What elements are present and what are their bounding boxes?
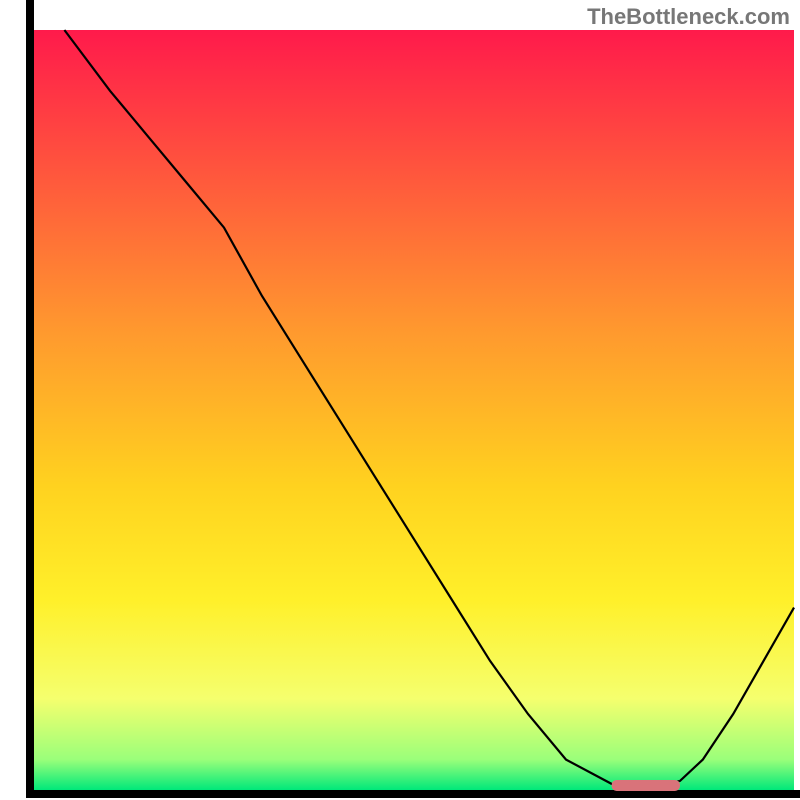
plot-background	[34, 30, 794, 790]
optimal-marker	[612, 780, 680, 791]
watermark-text: TheBottleneck.com	[587, 4, 790, 30]
chart-svg	[0, 0, 800, 800]
bottleneck-chart: TheBottleneck.com	[0, 0, 800, 800]
